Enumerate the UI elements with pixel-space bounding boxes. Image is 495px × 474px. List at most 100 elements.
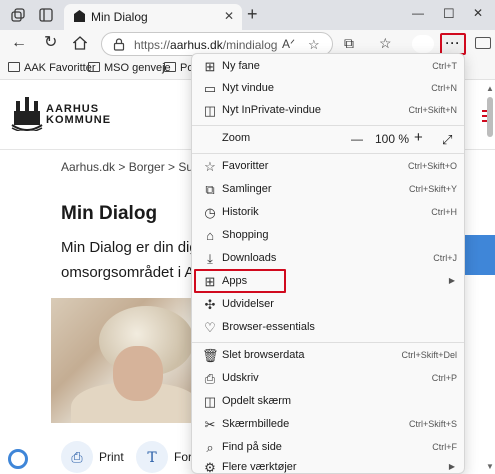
menu-item-shortcut: Ctrl+H [431,207,457,217]
aarhus-logo-icon[interactable] [10,93,44,131]
favorite-star-icon[interactable]: ☆ [308,37,320,53]
menu-separator [192,125,464,126]
menu-item-label: Shopping [222,229,269,241]
menu-item-label: Udskriv [222,372,259,384]
home-icon[interactable] [73,36,87,50]
print-label[interactable]: Print [99,450,124,464]
extensions-icon: ✣ [204,297,216,312]
menu-item-label: Ny fane [222,60,260,72]
menu-item-label: Find på side [222,441,282,453]
submenu-arrow-icon: ▶ [448,276,455,285]
menu-item-shortcut: Ctrl+Skift+S [408,419,457,429]
menu-item-more-tools[interactable]: ⚙ Flere værktøjer ▶ [196,457,461,474]
menu-item-collections[interactable]: ⧉ Samlinger Ctrl+Skift+Y [196,179,461,201]
active-tab[interactable]: Min Dialog ✕ [64,4,242,30]
menu-item-shortcut: Ctrl+Skift+Del [401,350,457,360]
menu-item-browser-essentials[interactable]: ♡ Browser-essentials [196,317,461,339]
settings-more-button[interactable]: ··· [440,33,466,55]
menu-item-screenshot[interactable]: ✂ Skærmbillede Ctrl+Skift+S [196,414,461,436]
menu-item-label: Samlinger [222,183,272,195]
print-action-button[interactable]: ⎙ [61,441,93,473]
download-icon: ⤓ [207,251,213,266]
menu-item-new-tab[interactable]: ⊞ Ny fane Ctrl+T [196,56,461,78]
sidebar-toggle-icon[interactable] [475,37,491,49]
profile-avatar[interactable] [412,35,434,53]
menu-separator [192,342,464,343]
read-aloud-icon[interactable]: Aᐟ [282,37,295,51]
menu-item-new-window[interactable]: ▭ Nyt vindue Ctrl+N [196,78,461,100]
url-text[interactable]: https://aarhus.dk/mindialog [134,38,277,52]
menu-item-label: Udvidelser [222,298,274,310]
help-icon[interactable] [8,449,28,469]
menu-item-print[interactable]: ⎙ Udskriv Ctrl+P [196,368,461,390]
heart-pulse-icon: ♡ [204,320,216,335]
zoom-label: Zoom [222,132,251,144]
extensions-puzzle-icon[interactable]: ⧉ [344,35,354,52]
menu-item-zoom: Zoom — 100 % + ⤢ [196,128,461,150]
favorites-icon: ☆ [204,159,216,174]
tab-actions-icon[interactable] [38,7,54,23]
text-action-button[interactable]: T [136,441,168,473]
menu-item-shortcut: Ctrl+J [433,253,457,263]
lock-icon[interactable] [113,38,125,51]
more-tools-icon: ⚙ [204,460,216,474]
inprivate-icon: ◫ [203,103,217,118]
back-icon[interactable]: ← [11,34,27,52]
breadcrumb[interactable]: Aarhus.dk > Borger > Sund [61,160,206,174]
workspaces-icon[interactable] [10,7,26,23]
menu-item-clear-data[interactable]: 🗑 Slet browserdata Ctrl+Skift+Del [196,345,461,367]
submenu-arrow-icon: ▶ [448,462,455,471]
menu-item-extensions[interactable]: ✣ Udvidelser [196,294,461,316]
menu-item-inprivate[interactable]: ◫ Nyt InPrivate-vindue Ctrl+Skift+N [196,100,461,122]
menu-item-label: Historik [222,206,259,218]
refresh-icon[interactable]: ↻ [44,34,57,52]
scroll-up-icon[interactable]: ▲ [486,84,494,93]
menu-item-downloads[interactable]: ⤓ Downloads Ctrl+J [196,248,461,270]
intro-line: omsorgsområdet i Aa [61,264,201,281]
zoom-out-button[interactable]: — [351,132,363,146]
intro-text: Min Dialog er din dig omsorgsområdet i Aa [61,235,201,285]
url-path: /mindialog [222,38,278,52]
side-panel-button[interactable] [465,235,495,275]
favorite-aak[interactable]: AAK Favoritter [8,62,96,74]
menu-item-favorites[interactable]: ☆ Favoritter Ctrl+Skift+O [196,156,461,178]
menu-item-label: Browser-essentials [222,321,315,333]
menu-item-label: Favoritter [222,160,269,172]
aarhus-favicon-icon [74,10,85,22]
favorites-list-icon[interactable]: ☆ [379,35,392,52]
logo-text[interactable]: AARHUS KOMMUNE [46,104,111,126]
menu-item-find[interactable]: ⌕ Find på side Ctrl+F [196,437,461,459]
print-icon: ⎙ [71,449,83,465]
history-icon: ◷ [204,205,216,220]
favorite-po[interactable]: Po [164,62,193,74]
new-tab-button[interactable]: + [247,5,258,23]
close-window-icon[interactable]: ✕ [473,6,483,20]
window-icon: ▭ [203,81,217,96]
menu-item-shortcut: Ctrl+T [432,61,457,71]
shopping-tag-icon: ⌂ [206,228,214,243]
close-tab-icon[interactable]: ✕ [224,9,234,23]
menu-item-label: Slet browserdata [222,349,305,361]
menu-item-history[interactable]: ◷ Historik Ctrl+H [196,202,461,224]
favorite-item-icon [8,62,20,72]
tab-title: Min Dialog [91,10,148,24]
folder-icon [88,62,100,72]
text-size-icon: T [147,450,157,466]
minimize-icon[interactable]: — [412,6,424,20]
url-host: aarhus.dk [170,38,223,52]
menu-item-split-screen[interactable]: ◫ Opdelt skærm [196,391,461,413]
screenshot-icon: ✂ [204,417,216,432]
menu-item-shopping[interactable]: ⌂ Shopping [196,225,461,247]
menu-item-shortcut: Ctrl+N [431,83,457,93]
zoom-in-button[interactable]: + [414,129,423,146]
menu-item-shortcut: Ctrl+Skift+N [408,105,457,115]
maximize-icon[interactable]: ☐ [443,6,455,22]
scrollbar-thumb[interactable] [487,97,493,137]
favorite-mso[interactable]: MSO genveje [88,62,171,74]
settings-menu: ⊞ Ny fane Ctrl+T ▭ Nyt vindue Ctrl+N ◫ Nyt In… [191,53,465,474]
scroll-down-icon[interactable]: ▼ [486,462,494,471]
fullscreen-icon[interactable]: ⤢ [442,132,452,148]
trash-icon: 🗑 [202,348,219,363]
url-protocol: https:// [134,38,171,52]
menu-item-shortcut: Ctrl+F [432,442,457,452]
